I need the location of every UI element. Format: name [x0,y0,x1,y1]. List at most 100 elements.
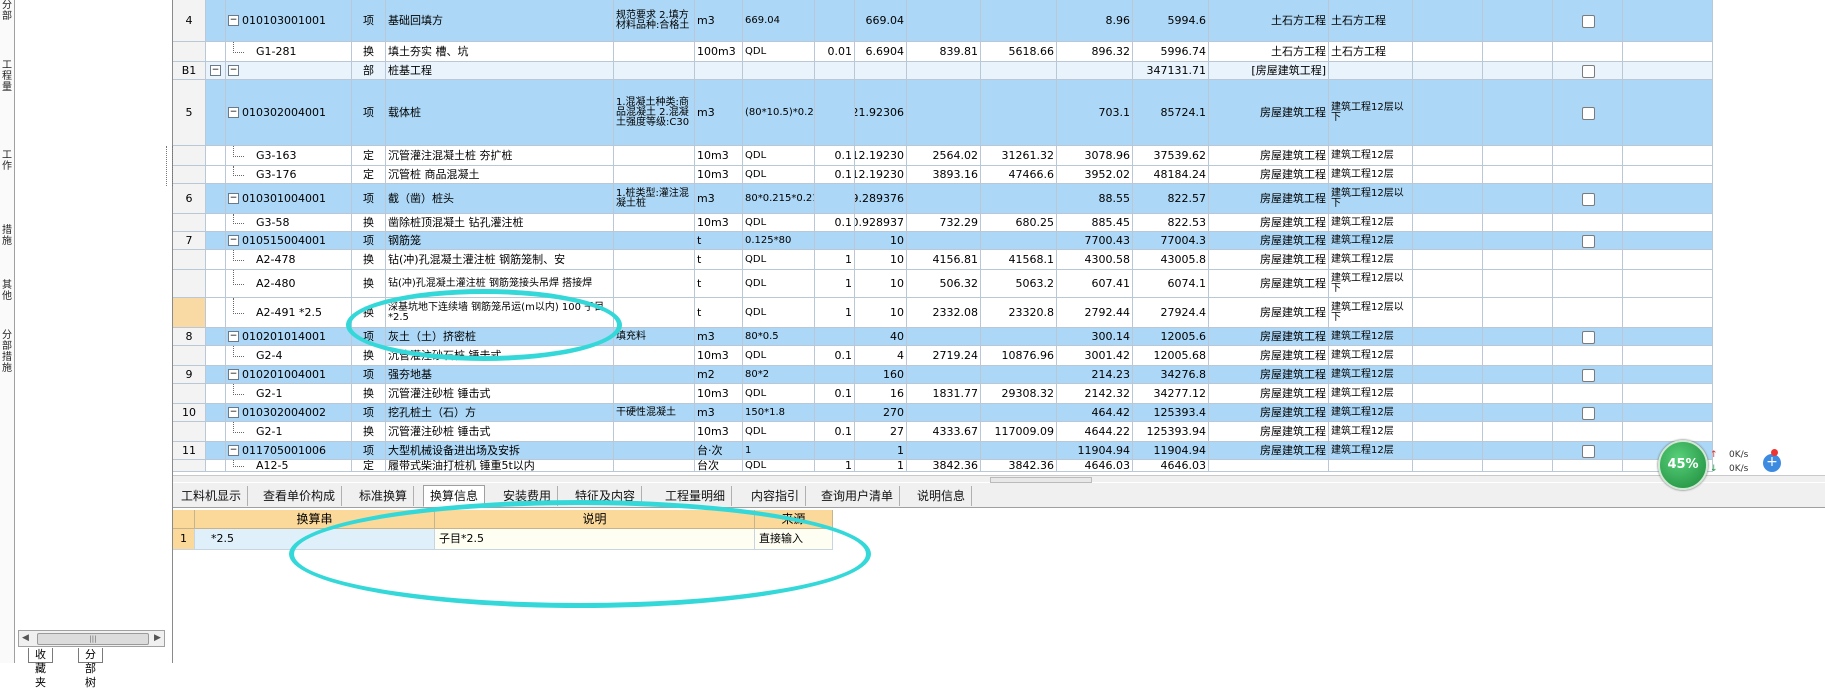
checkbox-cell[interactable] [1553,80,1623,146]
unit-price-cell[interactable] [907,232,981,250]
code-cell[interactable]: G3-176 [226,166,352,184]
name-cell[interactable]: 钢筋笼 [386,232,614,250]
code-cell[interactable]: 010302004001− [226,80,352,146]
code-cell[interactable]: 011705001006− [226,442,352,460]
quantity-expression-cell[interactable]: QDL [743,146,815,166]
row-checkbox[interactable] [1581,107,1595,120]
feature-cell[interactable] [614,214,695,232]
name-cell[interactable]: 填土夯实 槽、坑 [386,42,614,62]
feature-cell[interactable] [614,442,695,460]
checkbox-cell[interactable] [1553,366,1623,384]
coefficient-cell[interactable] [815,80,855,146]
composite-total-cell[interactable]: 5994.6 [1133,0,1209,42]
sub-category-cell[interactable]: 建筑工程12层 [1329,384,1413,404]
total-price-cell[interactable]: 23320.8 [981,298,1057,328]
composite-total-cell[interactable]: 5996.74 [1133,42,1209,62]
quantity-cell[interactable]: 10 [855,250,907,270]
unit-cell[interactable]: t [695,270,743,298]
section-row[interactable]: B1− − 部桩基工程 347131.71 [房屋建筑工程] [173,62,1713,80]
checkbox-cell[interactable] [1553,0,1623,42]
sub-row-conversion-string[interactable]: *2.5 [195,529,435,550]
sub-category-cell[interactable]: 建筑工程12层 [1329,366,1413,384]
composite-total-cell[interactable]: 347131.71 [1133,62,1209,80]
empty-cell[interactable] [1413,298,1483,328]
unit-cell[interactable]: m3 [695,328,743,346]
empty-cell[interactable] [1483,42,1553,62]
empty-cell[interactable] [1483,328,1553,346]
empty-cell[interactable] [1623,250,1713,270]
composite-unit-price-cell[interactable]: 3001.42 [1057,346,1133,366]
total-price-cell[interactable] [981,442,1057,460]
empty-cell[interactable] [1483,232,1553,250]
feature-cell[interactable]: 规范要求 2.填方材料品种:合格土 [614,0,695,42]
quantity-cell[interactable]: 0.928937 [855,214,907,232]
coefficient-cell[interactable]: 1 [815,298,855,328]
empty-cell[interactable] [1413,328,1483,346]
empty-cell[interactable] [1413,404,1483,422]
code-cell[interactable]: G2-4 [226,346,352,366]
sub-category-cell[interactable]: 建筑工程12层 [1329,422,1413,442]
quantity-cell[interactable]: 160 [855,366,907,384]
feature-cell[interactable] [614,270,695,298]
empty-cell[interactable] [1483,460,1553,472]
code-cell[interactable]: G2-1 [226,384,352,404]
unit-price-cell[interactable]: 3842.36 [907,460,981,472]
sub-category-cell[interactable] [1329,460,1413,472]
row-seq-cell[interactable]: 7 [173,232,206,250]
coefficient-cell[interactable] [815,184,855,214]
quantity-cell[interactable]: 6.6904 [855,42,907,62]
composite-unit-price-cell[interactable]: 2142.32 [1057,384,1133,404]
norm-row[interactable]: G3-176 定沉管桩 商品混凝土 10m3 QDL 0.1 12.19230 3893.1… [173,166,1713,184]
norm-row[interactable]: A2-491 *2.5 换深基坑地下连续墙 钢筋笼吊运(m以内) 100 子目*2… [173,298,1713,328]
quantity-cell[interactable]: 9.289376 [855,184,907,214]
row-seq-cell[interactable]: 8 [173,328,206,346]
empty-cell[interactable] [1623,232,1713,250]
tree-indent-cell[interactable] [206,80,226,146]
bill-item-row[interactable]: 8 010201014001− 项灰土（土）挤密桩 填充料 m3 80*0.5 40 300.… [173,328,1713,346]
empty-cell[interactable] [1623,384,1713,404]
quantity-cell[interactable]: 27 [855,422,907,442]
total-price-cell[interactable] [981,232,1057,250]
checkbox-cell[interactable] [1553,422,1623,442]
quantity-expression-cell[interactable]: QDL [743,270,815,298]
sub-category-cell[interactable]: 建筑工程12层以下 [1329,270,1413,298]
quantity-expression-cell[interactable]: 0.125*80 [743,232,815,250]
row-seq-cell[interactable] [173,384,206,404]
composite-total-cell[interactable]: 43005.8 [1133,250,1209,270]
tree-indent-cell[interactable] [206,346,226,366]
quantity-expression-cell[interactable]: 80*2 [743,366,815,384]
feature-cell[interactable] [614,298,695,328]
composite-unit-price-cell[interactable]: 703.1 [1057,80,1133,146]
quantity-expression-cell[interactable]: QDL [743,166,815,184]
unit-cell[interactable]: t [695,250,743,270]
norm-row[interactable]: G2-1 换沉管灌注砂桩 锤击式 10m3 QDL 0.1 27 4333.67 117009… [173,422,1713,442]
type-cell[interactable]: 换 [352,422,386,442]
code-cell[interactable]: G1-281 [226,42,352,62]
code-cell[interactable]: G2-1 [226,422,352,442]
feature-cell[interactable]: 1.混凝土种类:商品混凝土 2.混凝土强度等级:C30 [614,80,695,146]
coefficient-cell[interactable] [815,328,855,346]
name-cell[interactable]: 强夯地基 [386,366,614,384]
total-price-cell[interactable]: 29308.32 [981,384,1057,404]
scroll-thumb[interactable]: ||| [37,633,149,645]
feature-cell[interactable] [614,42,695,62]
major-category-cell[interactable]: 房屋建筑工程 [1209,270,1329,298]
empty-cell[interactable] [1623,42,1713,62]
vertical-tab[interactable]: 工 程 量 [1,60,13,93]
composite-unit-price-cell[interactable]: 3952.02 [1057,166,1133,184]
major-category-cell[interactable]: 房屋建筑工程 [1209,442,1329,460]
empty-cell[interactable] [1413,460,1483,472]
empty-cell[interactable] [1623,422,1713,442]
total-price-cell[interactable] [981,184,1057,214]
major-category-cell[interactable]: 房屋建筑工程 [1209,232,1329,250]
quantity-cell[interactable] [855,62,907,80]
quantity-expression-cell[interactable]: 669.04 [743,0,815,42]
empty-cell[interactable] [1413,42,1483,62]
row-seq-cell[interactable] [173,298,206,328]
composite-unit-price-cell[interactable]: 2792.44 [1057,298,1133,328]
bill-item-row[interactable]: 4 010103001001− 项基础回填方 规范要求 2.填方材料品种:合格土 m3 6… [173,0,1713,42]
sub-category-cell[interactable]: 土石方工程 [1329,42,1413,62]
tree-indent-cell[interactable] [206,0,226,42]
total-price-cell[interactable] [981,366,1057,384]
norm-row[interactable]: A2-480 换钻(冲)孔混凝土灌注桩 钢筋笼接头吊焊 搭接焊 t QDL 1 10 506… [173,270,1713,298]
